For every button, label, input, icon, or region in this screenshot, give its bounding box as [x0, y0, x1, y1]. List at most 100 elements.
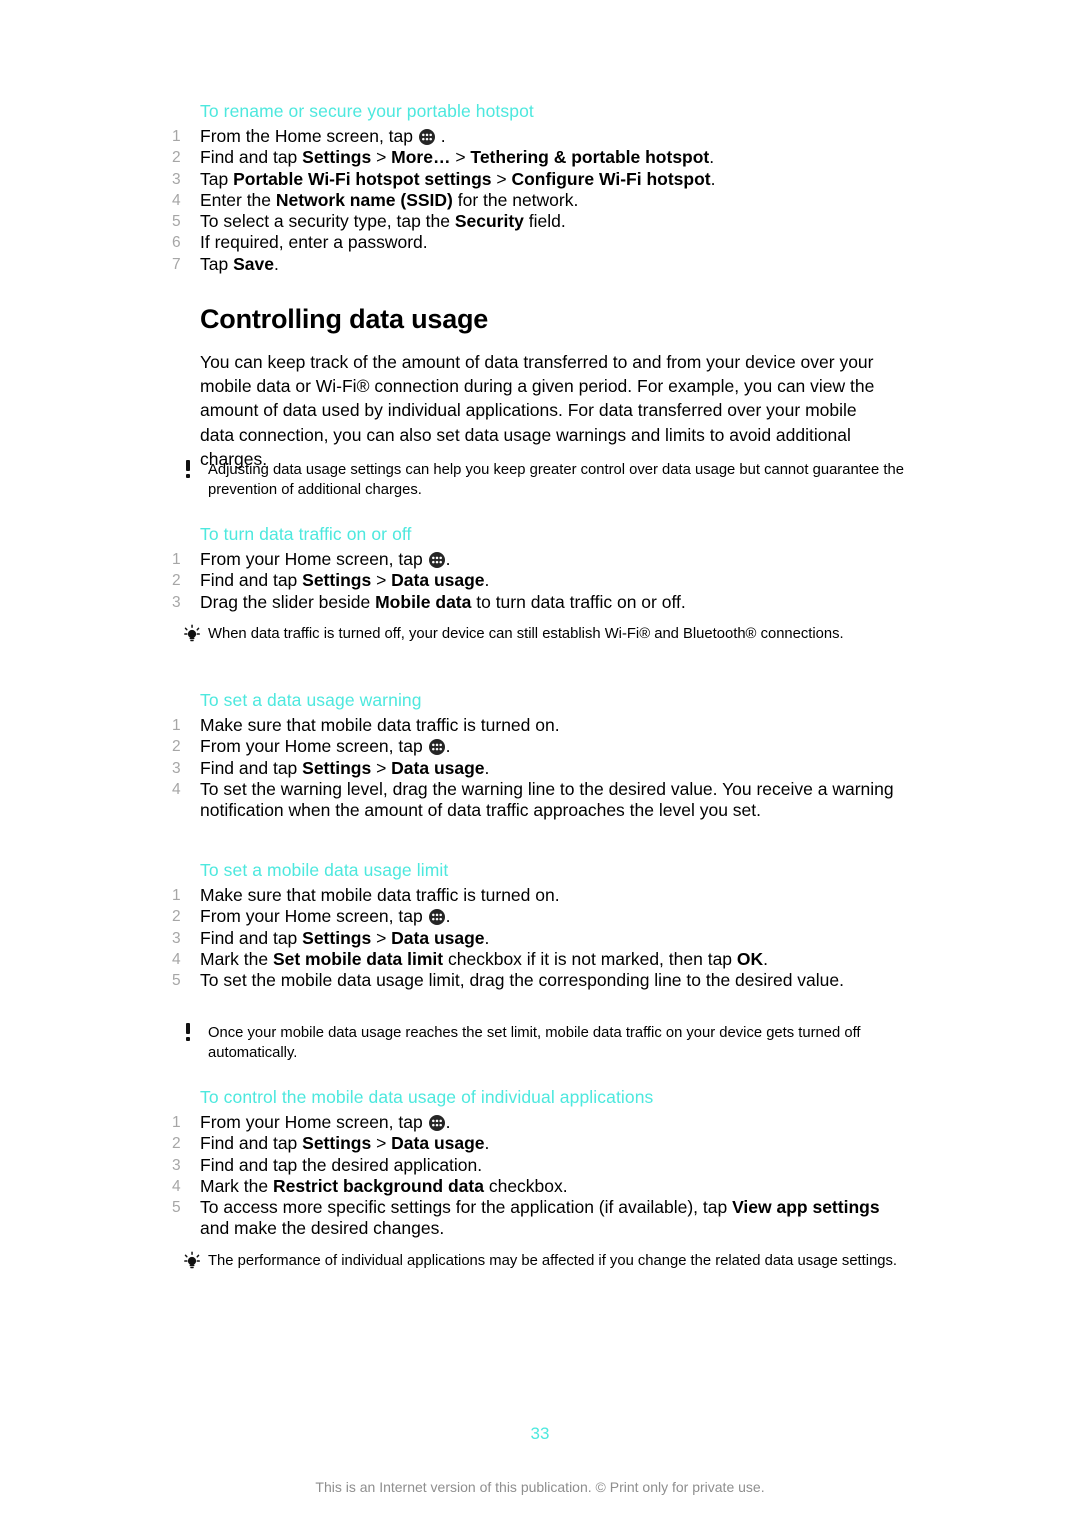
document-page: To rename or secure your portable hotspo… — [0, 0, 1080, 1527]
step-number: 4 — [172, 780, 181, 798]
step-text: Make sure that mobile data traffic is tu… — [200, 885, 560, 905]
step-number: 3 — [172, 593, 181, 611]
list-item: 5 To set the mobile data usage limit, dra… — [172, 970, 902, 991]
exclamation-icon — [180, 1023, 204, 1045]
step-number: 1 — [172, 1114, 181, 1131]
chapter-intro-paragraph: You can keep track of the amount of data… — [200, 352, 875, 469]
list-item: 2 From your Home screen, tap . — [172, 906, 902, 927]
steps-list: 1 From your Home screen, tap . 2 Find and t… — [172, 1112, 902, 1240]
emphasis-term: Mobile data — [375, 591, 472, 612]
list-item: 3 Find and tap Settings > Data usage. — [172, 928, 902, 949]
emphasis-term: Security — [454, 211, 524, 232]
section-rename-secure-hotspot: To rename or secure your portable hotspo… — [172, 100, 902, 275]
section-heading: To control the mobile data usage of indi… — [200, 1087, 654, 1107]
step-text: Mark the Set mobile data limit checkbox … — [200, 948, 769, 969]
step-text: To select a security type, tap the Secur… — [200, 211, 566, 232]
emphasis-term: Save — [233, 253, 274, 274]
section-set-data-usage-warning: To set a data usage warning 1 Make sure t… — [172, 689, 902, 821]
section-control-individual-applications: To control the mobile data usage of indi… — [172, 1086, 902, 1240]
app-drawer-icon — [418, 129, 435, 145]
list-item: 1 From the Home screen, tap . — [172, 126, 902, 147]
section-heading: To rename or secure your portable hotspo… — [200, 101, 534, 121]
emphasis-term: Settings — [302, 570, 372, 591]
emphasis-term: Data usage — [391, 1133, 485, 1154]
section-heading: To turn data traffic on or off — [200, 524, 412, 544]
step-text: Tap Portable Wi-Fi hotspot settings > Co… — [200, 168, 716, 189]
list-item: 3 Drag the slider beside Mobile data to t… — [172, 592, 902, 613]
steps-list: 1 Make sure that mobile data traffic is t… — [172, 715, 902, 821]
emphasis-term: Settings — [302, 147, 372, 168]
list-item: 5 To access more specific settings for th… — [172, 1197, 902, 1240]
section-set-mobile-data-usage-limit: To set a mobile data usage limit 1 Make s… — [172, 859, 902, 991]
step-text: Find and tap Settings > Data usage. — [200, 757, 490, 778]
list-item: 5 To select a security type, tap the Secu… — [172, 211, 902, 232]
step-number: 4 — [172, 191, 181, 209]
step-text: Find and tap Settings > More… > Tetherin… — [200, 147, 715, 168]
step-text: Enter the Network name (SSID) for the ne… — [200, 189, 579, 210]
step-number: 2 — [172, 738, 181, 756]
note-mobile-data-limit: Once your mobile data usage reaches the … — [176, 1023, 924, 1063]
list-item: 7 Tap Save. — [172, 254, 902, 275]
note-text: When data traffic is turned off, your de… — [208, 626, 844, 642]
step-number: 6 — [172, 234, 181, 252]
step-text: To set the warning level, drag the warni… — [200, 778, 894, 821]
step-number: 5 — [172, 213, 181, 231]
step-text: Make sure that mobile data traffic is tu… — [200, 715, 560, 735]
step-number: 2 — [172, 1135, 181, 1153]
list-item: 2 Find and tap Settings > Data usage. — [172, 1133, 902, 1154]
step-number: 7 — [172, 255, 181, 273]
note-individual-applications: The performance of individual applicatio… — [176, 1251, 924, 1271]
note-text: Adjusting data usage settings can help y… — [208, 462, 904, 498]
list-item: 1 Make sure that mobile data traffic is t… — [172, 885, 902, 906]
step-number: 3 — [172, 759, 181, 777]
step-number: 4 — [172, 950, 181, 968]
step-text: Find and tap Settings > Data usage. — [200, 927, 490, 948]
steps-list: 1 From the Home screen, tap . 2 Find and ta… — [172, 126, 902, 275]
emphasis-term: More… — [391, 147, 451, 168]
step-number: 3 — [172, 1156, 181, 1174]
list-item: 4 Mark the Set mobile data limit checkbox… — [172, 949, 902, 970]
emphasis-term: Data usage — [391, 570, 485, 591]
footer-copyright-note: This is an Internet version of this publ… — [315, 1479, 765, 1495]
list-item: 6 If required, enter a password. — [172, 232, 902, 253]
exclamation-icon — [180, 460, 204, 482]
step-text: Mark the Restrict background data checkb… — [200, 1175, 568, 1196]
page-number: 33 — [530, 1424, 550, 1443]
list-item: 3 Tap Portable Wi-Fi hotspot settings > C… — [172, 169, 902, 190]
app-drawer-icon — [428, 1115, 445, 1131]
step-number: 3 — [172, 170, 181, 188]
step-number: 1 — [172, 128, 181, 145]
step-text: Find and tap Settings > Data usage. — [200, 570, 490, 591]
step-text: From your Home screen, tap . — [200, 906, 451, 927]
step-text: If required, enter a password. — [200, 232, 428, 253]
emphasis-term: Configure Wi-Fi hotspot — [511, 168, 711, 189]
step-text: From your Home screen, tap . — [200, 736, 451, 757]
emphasis-term: Data usage — [391, 927, 485, 948]
list-item: 1 From your Home screen, tap . — [172, 549, 902, 570]
section-turn-data-traffic: To turn data traffic on or off 1 From you… — [172, 523, 902, 613]
step-text: Find and tap the desired application. — [200, 1154, 483, 1175]
emphasis-term: Tethering & portable hotspot — [470, 147, 710, 168]
list-item: 2 Find and tap Settings > Data usage. — [172, 570, 902, 591]
list-item: 4 To set the warning level, drag the warn… — [172, 779, 902, 822]
step-number: 2 — [172, 572, 181, 590]
emphasis-term: Settings — [302, 1133, 372, 1154]
step-number: 5 — [172, 972, 181, 990]
emphasis-term: Network name (SSID) — [275, 189, 453, 210]
note-text: Once your mobile data usage reaches the … — [208, 1025, 861, 1061]
list-item: 2 Find and tap Settings > More… > Tetheri… — [172, 147, 902, 168]
emphasis-term: View app settings — [732, 1197, 880, 1218]
chapter-controlling-data-usage: Controlling data usage You can keep trac… — [172, 302, 902, 471]
emphasis-term: Restrict background data — [272, 1175, 484, 1196]
step-number: 3 — [172, 929, 181, 947]
step-text: From the Home screen, tap . — [200, 126, 446, 146]
step-text: Drag the slider beside Mobile data to tu… — [200, 591, 686, 612]
section-heading: To set a data usage warning — [200, 690, 422, 710]
step-text: To set the mobile data usage limit, drag… — [200, 970, 844, 991]
step-number: 4 — [172, 1177, 181, 1195]
list-item: 3 Find and tap the desired application. — [172, 1155, 902, 1176]
step-number: 1 — [172, 717, 181, 734]
emphasis-term: Set mobile data limit — [272, 948, 444, 969]
list-item: 1 From your Home screen, tap . — [172, 1112, 902, 1133]
emphasis-term: OK — [736, 948, 764, 969]
